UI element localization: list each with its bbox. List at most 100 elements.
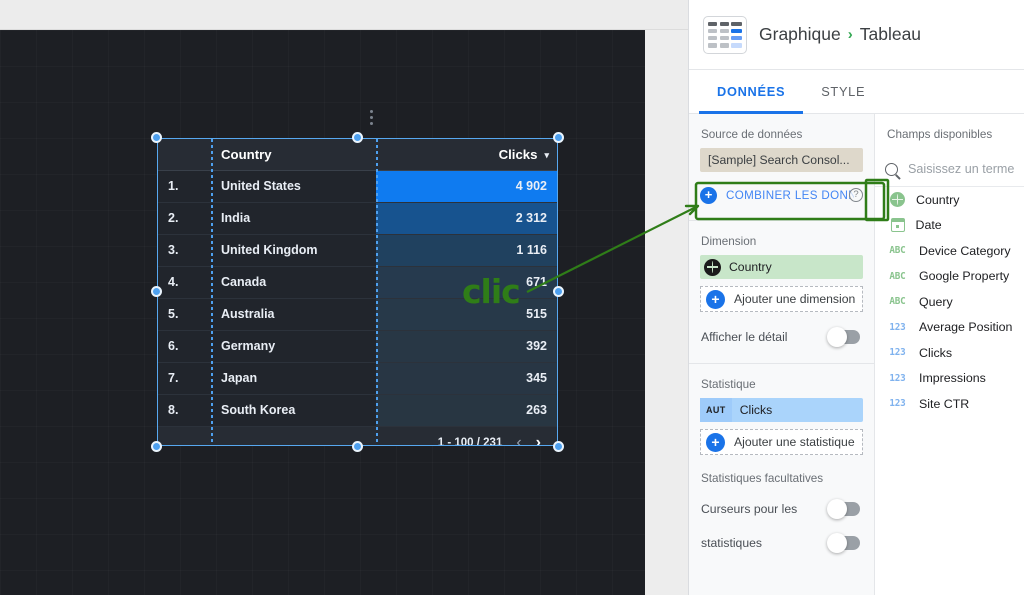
dimension-label: Dimension bbox=[701, 235, 757, 248]
resize-handle-n[interactable] bbox=[352, 132, 363, 143]
add-metric-button[interactable]: + Ajouter une statistique bbox=[700, 429, 863, 455]
sliders-label-line2: statistiques bbox=[701, 536, 762, 550]
cell-country: Australia bbox=[211, 298, 376, 331]
breadcrumb-root[interactable]: Graphique bbox=[759, 24, 841, 45]
field-item-label: Google Property bbox=[919, 269, 1010, 284]
pagination-control: 1 - 100 / 231 ‹ › bbox=[386, 434, 547, 445]
combine-data-label: COMBINER LES DONN bbox=[726, 188, 854, 202]
resize-handle-se[interactable] bbox=[553, 441, 564, 452]
resize-handle-w[interactable] bbox=[151, 286, 162, 297]
pagination-next-icon[interactable]: › bbox=[536, 434, 541, 445]
properties-panel: Graphique › Tableau DONNÉES STYLE Source… bbox=[688, 0, 1024, 595]
header-clicks[interactable]: Clicks ▾ bbox=[376, 139, 557, 171]
search-input[interactable] bbox=[908, 162, 1024, 176]
table-header-row: Country Clicks ▾ bbox=[158, 139, 557, 171]
table-row[interactable]: 6. Germany 392 bbox=[158, 330, 557, 363]
field-item-date[interactable]: Date bbox=[875, 213, 1024, 239]
field-item-google-property[interactable]: ABC Google Property bbox=[875, 264, 1024, 290]
table-row[interactable]: 1. United States 4 902 bbox=[158, 170, 557, 203]
sort-desc-icon[interactable]: ▾ bbox=[544, 150, 549, 161]
table-row[interactable]: 3. United Kingdom 1 116 bbox=[158, 234, 557, 267]
optional-metrics-label: Statistiques facultatives bbox=[701, 472, 824, 485]
show-detail-toggle[interactable] bbox=[827, 327, 860, 347]
resize-handle-ne[interactable] bbox=[553, 132, 564, 143]
plus-icon: + bbox=[706, 432, 725, 452]
cell-rank: 6. bbox=[158, 330, 211, 363]
field-item-country[interactable]: Country bbox=[875, 187, 1024, 213]
field-item-label: Average Position bbox=[919, 320, 1013, 335]
panel-header: Graphique › Tableau bbox=[689, 0, 1024, 70]
field-item-average-position[interactable]: 123 Average Position bbox=[875, 315, 1024, 341]
fields-search-row[interactable] bbox=[875, 152, 1024, 186]
cell-rank: 3. bbox=[158, 234, 211, 267]
cell-clicks: 4 902 bbox=[376, 170, 557, 203]
tab-donnees[interactable]: DONNÉES bbox=[699, 70, 804, 114]
field-item-label: Query bbox=[919, 294, 953, 309]
cell-clicks: 2 312 bbox=[376, 202, 557, 235]
metric-label: Statistique bbox=[701, 378, 756, 391]
header-country[interactable]: Country bbox=[211, 139, 376, 171]
column-resize-guide-1[interactable] bbox=[211, 139, 213, 445]
data-source-chip[interactable]: [Sample] Search Consol... bbox=[700, 148, 863, 172]
column-resize-guide-2[interactable] bbox=[376, 139, 378, 445]
cell-country: Germany bbox=[211, 330, 376, 363]
cell-rank: 8. bbox=[158, 394, 211, 427]
canvas-top-strip bbox=[0, 0, 688, 30]
config-column: Source de données [Sample] Search Consol… bbox=[689, 114, 875, 595]
optional-metrics-toggle[interactable] bbox=[827, 499, 860, 519]
sliders-row: statistiques bbox=[689, 526, 874, 560]
cell-country: India bbox=[211, 202, 376, 235]
add-dimension-label: Ajouter une dimension bbox=[734, 292, 856, 306]
widget-more-options-icon[interactable] bbox=[370, 110, 373, 125]
cell-country: United States bbox=[211, 170, 376, 203]
field-item-clicks[interactable]: 123 Clicks bbox=[875, 340, 1024, 366]
sliders-toggle[interactable] bbox=[827, 533, 860, 553]
panel-breadcrumb: Graphique › Tableau bbox=[759, 24, 921, 45]
combine-data-button[interactable]: + COMBINER LES DONN ? bbox=[689, 179, 874, 211]
show-detail-row: Afficher le détail bbox=[689, 320, 874, 354]
cell-country: Canada bbox=[211, 266, 376, 299]
field-item-impressions[interactable]: 123 Impressions bbox=[875, 366, 1024, 392]
search-icon bbox=[885, 162, 898, 176]
number-type-icon: 123 bbox=[889, 372, 906, 384]
text-type-icon: ABC bbox=[889, 296, 906, 308]
cell-clicks: 263 bbox=[376, 394, 557, 427]
add-metric-label: Ajouter une statistique bbox=[734, 435, 855, 449]
table-row[interactable]: 2. India 2 312 bbox=[158, 202, 557, 235]
cell-country: Japan bbox=[211, 362, 376, 395]
dimension-chip-country[interactable]: Country bbox=[700, 255, 863, 279]
resize-handle-e[interactable] bbox=[553, 286, 564, 297]
report-canvas-area: Country Clicks ▾ 1. United States 4 902 2. In… bbox=[0, 0, 688, 595]
help-icon[interactable]: ? bbox=[849, 188, 863, 202]
resize-handle-nw[interactable] bbox=[151, 132, 162, 143]
resize-handle-sw[interactable] bbox=[151, 441, 162, 452]
field-item-label: Date bbox=[915, 218, 942, 233]
field-item-query[interactable]: ABC Query bbox=[875, 289, 1024, 315]
panel-tabs: DONNÉES STYLE bbox=[689, 70, 1024, 114]
number-type-icon: 123 bbox=[889, 398, 906, 410]
table-row[interactable]: 7. Japan 345 bbox=[158, 362, 557, 395]
available-fields-column: Champs disponibles Country Date ABC Device … bbox=[875, 114, 1024, 595]
show-detail-label: Afficher le détail bbox=[701, 330, 788, 344]
cell-rank: 7. bbox=[158, 362, 211, 395]
field-item-label: Clicks bbox=[919, 345, 953, 360]
available-fields-title: Champs disponibles bbox=[887, 128, 993, 141]
number-type-icon: 123 bbox=[889, 321, 906, 333]
dimension-chip-label: Country bbox=[729, 260, 772, 274]
add-dimension-button[interactable]: + Ajouter une dimension bbox=[700, 286, 863, 312]
plus-icon: + bbox=[700, 186, 717, 204]
field-item-label: Impressions bbox=[919, 371, 986, 386]
resize-handle-s[interactable] bbox=[352, 441, 363, 452]
pagination-prev-icon[interactable]: ‹ bbox=[516, 434, 521, 445]
tab-style[interactable]: STYLE bbox=[803, 70, 883, 113]
breadcrumb-leaf: Tableau bbox=[859, 24, 922, 44]
metric-chip-clicks[interactable]: AUT Clicks bbox=[700, 398, 863, 422]
field-item-label: Country bbox=[916, 192, 960, 207]
pager-spacer-1 bbox=[158, 426, 211, 445]
pager-spacer-2 bbox=[211, 426, 376, 445]
field-item-device-category[interactable]: ABC Device Category bbox=[875, 238, 1024, 264]
metric-type-badge: AUT bbox=[700, 398, 732, 422]
field-item-site-ctr[interactable]: 123 Site CTR bbox=[875, 391, 1024, 417]
table-row[interactable]: 8. South Korea 263 bbox=[158, 394, 557, 427]
cell-rank: 2. bbox=[158, 202, 211, 235]
